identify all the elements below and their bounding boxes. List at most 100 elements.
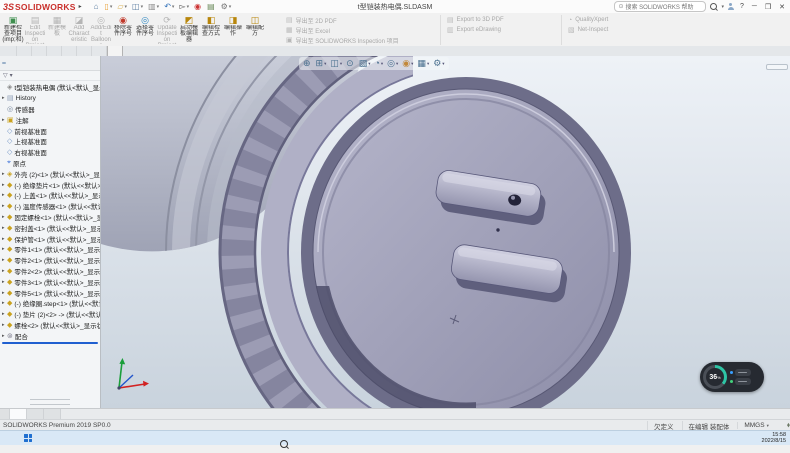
export-menu-item[interactable]: ▤ Export to 3D PDF — [447, 15, 555, 25]
view-settings-icon[interactable]: ⚙ ▾ — [433, 58, 444, 69]
export-menu-item[interactable]: ▥ Export eDrawing — [447, 25, 555, 35]
ribbon-button[interactable]: ◨ 编辑操作 — [222, 14, 244, 45]
tree-item[interactable]: ▸ ▣ 注解 — [0, 114, 100, 125]
ribbon-button[interactable]: ◫ 编辑配方 — [244, 14, 266, 45]
command-tab[interactable] — [32, 46, 47, 56]
status-badge[interactable]: 欠定义 — [647, 421, 682, 431]
tree-item[interactable]: ▸ ◆ (-) 上盖<1> (默认<<默认>_显示状 — [0, 190, 100, 201]
tree-item[interactable]: ▸ ◆ 螺栓<2> (默认<<默认>_显示状态 — [0, 320, 100, 331]
command-tab[interactable] — [62, 46, 77, 56]
tree-item-icon: ◈ — [7, 170, 12, 178]
dynamic-annotation-icon[interactable]: ⊙ — [346, 58, 355, 69]
hide-show-items-icon[interactable]: ◎ ▾ — [387, 58, 398, 69]
tree-item[interactable]: ◎ 传感器 — [0, 104, 100, 115]
tree-item[interactable]: ▸ ◆ (-) 垫片 (2)<2> -> (默认<<默认> — [0, 309, 100, 320]
status-badge[interactable]: MMGS▾ — [737, 422, 775, 429]
tree-item[interactable]: ▸ ◈ 外壳 (2)<1> (默认<<默认>_显示状 — [0, 168, 100, 179]
export-menu-item[interactable]: ▣ 导出至 SOLIDWORKS Inspection 项目 — [286, 35, 434, 45]
command-tab[interactable] — [47, 46, 62, 56]
tree-filter[interactable]: ▽ ▾ — [0, 71, 100, 81]
ribbon-button-icon: ◎ — [97, 15, 105, 25]
options-icon[interactable]: ⚙▾ — [219, 1, 234, 12]
recorder-toggle-top[interactable] — [730, 369, 751, 376]
tree-item-icon: ◆ — [7, 289, 12, 297]
zoom-area-icon[interactable]: ⊞ ▾ — [316, 58, 327, 69]
start-button[interactable] — [24, 434, 32, 442]
rollback-bar[interactable] — [2, 342, 98, 344]
restore-button[interactable]: ❒ — [763, 3, 773, 11]
ribbon-button[interactable]: ▣ 新建检查项目 (imp;和) — [2, 14, 24, 45]
taskbar-clock[interactable]: 15:58 2022/8/15 — [762, 432, 786, 444]
command-tab[interactable] — [77, 46, 92, 56]
undo-icon[interactable]: ↶▾ — [162, 1, 176, 12]
export-menu-item[interactable]: ▧ Net-Inspect — [568, 25, 646, 35]
open-file-icon[interactable]: ▱▾ — [115, 1, 129, 12]
view-orientation-icon[interactable]: ▧ ▾ — [359, 58, 371, 69]
tree-item[interactable]: ▸ ◆ 固定螺栓<1> (默认<<默认>_显示 — [0, 212, 100, 223]
rebuild-icon[interactable]: ◉ — [192, 1, 204, 12]
tree-item[interactable]: ▸ ◆ 保护管<1> (默认<<默认>_显示状 — [0, 233, 100, 244]
tree-item[interactable]: ▸ ▤ History — [0, 93, 100, 104]
command-tab[interactable] — [92, 46, 107, 56]
tree-root-item[interactable]: ◈ t型铠装热电偶 (默认<默认_显示状态-1 — [0, 82, 100, 93]
recorder-toggle-bottom[interactable] — [730, 378, 751, 385]
status-badge[interactable]: 在编辑 装配体 — [682, 421, 738, 431]
ribbon-button[interactable]: ◎ Add/Edit Balloons — [90, 14, 112, 45]
search-input[interactable]: ⊙ 搜索 SOLIDWORKS 帮助 — [614, 1, 706, 12]
export-menu-item[interactable]: ▦ 导出至 Excel — [286, 25, 434, 35]
zoom-fit-icon[interactable]: ⊕ — [303, 58, 312, 69]
ribbon-button-icon: ⟳ — [163, 15, 171, 25]
ribbon-button-icon: ◉ — [119, 15, 127, 25]
ribbon-button[interactable]: ◪ Add Characteristic — [68, 14, 90, 45]
export-menu-item[interactable]: ◔ QualityXpert — [568, 15, 646, 25]
ribbon-button[interactable]: ▤ Edit Inspection Project — [24, 14, 46, 45]
ribbon-button[interactable]: ⟳ Update Inspection Project — [156, 14, 178, 45]
tree-item[interactable]: ▸ ◆ (-) 温度传感器<1> (默认<<默认> — [0, 201, 100, 212]
menu-expand-icon[interactable]: ▸ — [79, 3, 82, 10]
new-file-icon[interactable]: ▯▾ — [102, 1, 114, 12]
tree-item[interactable]: ▸ ◆ 零件1<1> (默认<<默认>_显示状态 — [0, 244, 100, 255]
tree-item[interactable]: ▸ ◆ 零件3<1> (默认<<默认>_显示状态 — [0, 276, 100, 287]
tree-item[interactable]: ▸ ◆ 零件2<2> (默认<<默认>_显示状 — [0, 266, 100, 277]
tree-item[interactable]: ◇ 上视基准面 — [0, 136, 100, 147]
command-tab[interactable] — [2, 46, 17, 56]
ribbon-button[interactable]: ◉ 移除零件序号 — [112, 14, 134, 45]
recorder-widget[interactable]: 36% — [700, 362, 764, 392]
tree-item[interactable]: ▸ ◆ (-) 绝缘垫片<1> (默认<<默认>_显 — [0, 179, 100, 190]
graphics-viewport[interactable]: ⊕ ⊞ ▾ ◫ ▾ ⊙ ▧ ▾ ◔ ▾ ◎ — [101, 56, 790, 408]
minimize-button[interactable]: ─ — [750, 3, 759, 10]
close-button[interactable]: ✕ — [777, 3, 787, 11]
tree-item[interactable]: ▸ ◆ (-) 绝缘圈.step<1> (默认<<默认> — [0, 298, 100, 309]
search-scope-caret-icon[interactable]: ▾ — [721, 4, 724, 10]
login-icon[interactable] — [728, 3, 734, 10]
thermocouple-3d-model[interactable] — [101, 56, 790, 408]
display-style-icon[interactable]: ◔ ▾ — [374, 58, 383, 69]
featuremanager-tab[interactable] — [2, 62, 6, 64]
tree-item[interactable]: ▸ ◆ 零件5<1> (默认<<默认>_显示状态 — [0, 287, 100, 298]
help-button[interactable]: ? — [738, 3, 746, 10]
tree-item[interactable]: ◇ 前视基准面 — [0, 125, 100, 136]
export-menu-item[interactable]: ▤ 导出至 2D PDF — [286, 15, 434, 25]
tree-item[interactable]: ◇ 右视基准面 — [0, 147, 100, 158]
select-icon[interactable]: ▻▾ — [177, 1, 191, 12]
tree-item[interactable]: ⌖ 原点 — [0, 158, 100, 169]
file-properties-icon[interactable]: ▤ — [205, 1, 218, 12]
section-view-icon[interactable]: ◫ ▾ — [330, 58, 342, 69]
command-tab[interactable] — [17, 46, 32, 56]
solidworks-search-icon: ⊙ — [618, 3, 623, 10]
apply-scene-icon[interactable]: ▦ ▾ — [417, 58, 429, 69]
edit-appearance-icon[interactable]: ◉ ▾ — [402, 58, 413, 69]
tree-item[interactable]: ▸ ◆ 零件2<1> (默认<<默认>_显示状 — [0, 255, 100, 266]
ribbon-button[interactable]: ◧ 编辑检查方式 — [200, 14, 222, 45]
home-icon[interactable]: ⌂ — [92, 1, 102, 12]
tree-item[interactable]: ▸ ⊚ 配合 — [0, 330, 100, 341]
search-icon[interactable] — [710, 3, 717, 10]
ribbon-button[interactable]: ◩ 启动模板编辑器 — [178, 14, 200, 45]
print-icon[interactable]: ▥▾ — [146, 1, 161, 12]
save-icon[interactable]: ◫▾ — [130, 1, 145, 12]
tree-item[interactable]: ▸ ◆ 密封盖<1> (默认<<默认>_显示状 — [0, 222, 100, 233]
ribbon-button[interactable]: ▦ 新建模板 — [46, 14, 68, 45]
command-tab[interactable] — [107, 46, 123, 56]
ribbon-button[interactable]: ◎ 选择零件序号 — [134, 14, 156, 45]
panel-splitter[interactable] — [30, 399, 70, 405]
